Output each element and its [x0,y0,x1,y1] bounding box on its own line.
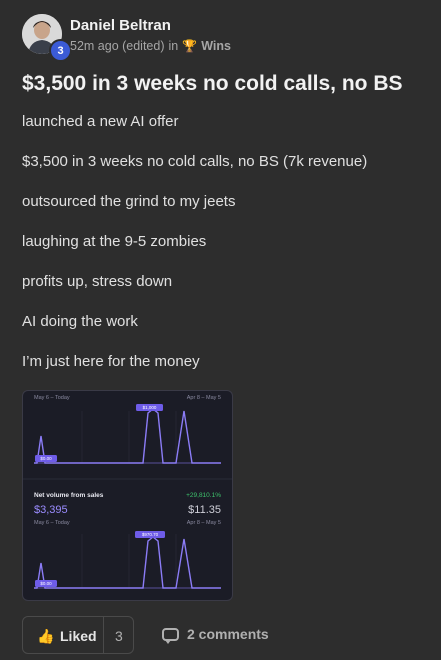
trophy-icon: 🏆 [182,39,198,53]
dashboard-screenshot[interactable]: May 6 – Today Apr 8 – May 5 $1,000 $0.00… [22,390,233,601]
level-badge: 3 [49,39,72,62]
thumbs-up-icon: 👍 [37,628,55,644]
author-name[interactable]: Daniel Beltran [70,17,171,34]
top-range-right: Apr 8 – May 5 [187,395,221,401]
post-title: $3,500 in 3 weeks no cold calls, no BS [22,72,403,95]
bottom-value-prev: $11.35 [188,504,221,516]
category-link[interactable]: Wins [201,39,231,53]
like-label: Liked [60,628,97,644]
post-line: outsourced the grind to my jeets [22,193,236,210]
avatar[interactable]: 3 [22,14,72,62]
bottom-range-left: May 6 – Today [34,520,70,526]
like-count[interactable]: 3 [115,628,123,644]
bottom-change: +29,810.1% [186,492,221,499]
bottom-value-now: $3,395 [34,504,68,516]
post-line: launched a new AI offer [22,113,179,130]
top-base-label: $0.00 [40,456,52,461]
top-peak-label: $1,000 [143,405,157,410]
comment-icon [162,627,179,644]
bottom-peak-label: $970.70 [142,532,159,537]
comments-button[interactable]: 2 comments [162,626,269,644]
post-line: $3,500 in 3 weeks no cold calls, no BS (… [22,153,368,170]
post-line: AI doing the work [22,313,138,330]
post-line: laughing at the 9-5 zombies [22,233,207,250]
like-divider [103,617,104,653]
post-line: I’m just here for the money [22,353,200,370]
post-time: 52m ago (edited) [70,39,165,53]
post-card: 3 Daniel Beltran 52m ago (edited) in 🏆 W… [0,0,441,660]
like-button[interactable]: 👍 Liked 3 [22,616,134,654]
comments-label: 2 comments [187,626,269,642]
top-range-left: May 6 – Today [34,395,70,401]
bottom-title: Net volume from sales [34,492,104,499]
bottom-base-label: $0.00 [40,581,52,586]
in-label: in [168,39,179,53]
post-line: profits up, stress down [22,273,173,290]
bottom-range-right: Apr 8 – May 5 [187,520,221,526]
post-meta: 52m ago (edited) in 🏆 Wins [70,39,231,53]
